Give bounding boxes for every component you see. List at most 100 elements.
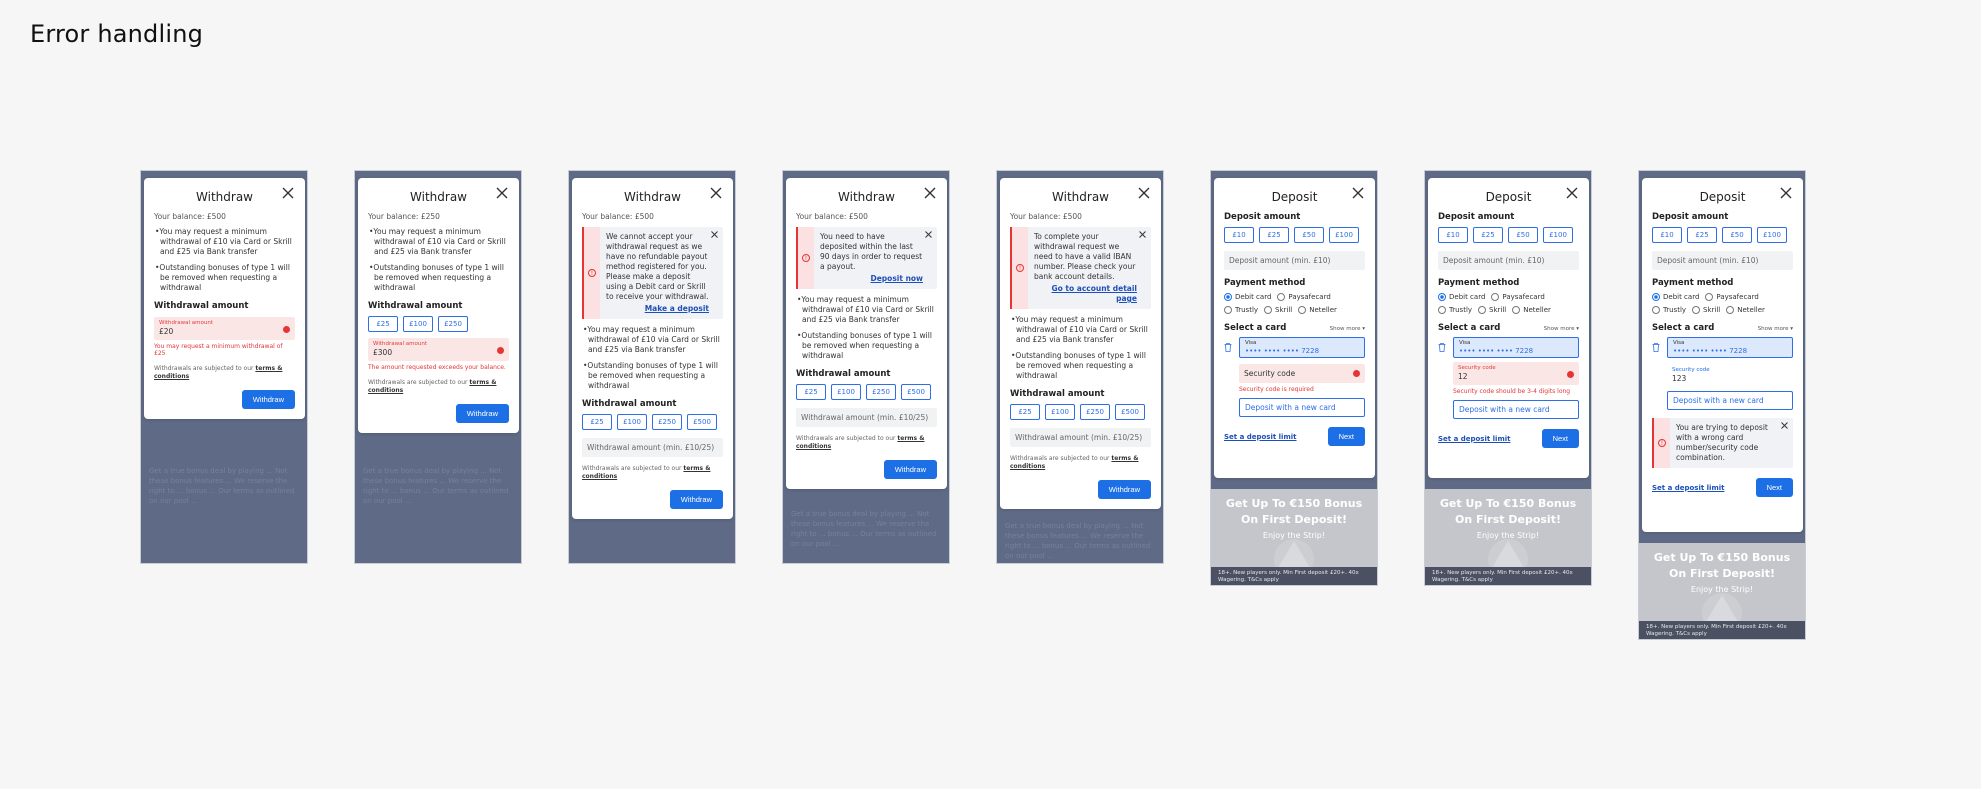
amount-chip[interactable]: £50 bbox=[1508, 227, 1538, 243]
new-card-button[interactable]: Deposit with a new card bbox=[1453, 400, 1579, 419]
close-icon[interactable] bbox=[924, 187, 936, 199]
radio-debit-card[interactable]: Debit card bbox=[1224, 293, 1271, 301]
amount-chip[interactable]: £50 bbox=[1722, 227, 1752, 243]
radio-trustly[interactable]: Trustly bbox=[1652, 306, 1686, 314]
error-alert: ! To complete your withdrawal request we… bbox=[1010, 227, 1151, 309]
modal-title: Withdraw bbox=[1052, 190, 1109, 204]
withdrawal-amount-input[interactable]: Withdrawal amount (min. £10/25) bbox=[796, 408, 937, 427]
amount-chip[interactable]: £250 bbox=[866, 384, 896, 400]
withdraw-button[interactable]: Withdraw bbox=[455, 404, 509, 423]
radio-paysafecard[interactable]: Paysafecard bbox=[1491, 293, 1545, 301]
close-icon[interactable] bbox=[1780, 187, 1792, 199]
radio-debit-card[interactable]: Debit card bbox=[1438, 293, 1485, 301]
withdrawal-amount-input[interactable]: Withdrawal amount £20 bbox=[154, 317, 295, 340]
next-button[interactable]: Next bbox=[1755, 478, 1793, 497]
radio-trustly[interactable]: Trustly bbox=[1438, 306, 1472, 314]
radio-skrill[interactable]: Skrill bbox=[1478, 306, 1506, 314]
deposit-amount-input[interactable]: Deposit amount (min. £10) bbox=[1438, 251, 1579, 270]
make-deposit-link[interactable]: Make a deposit bbox=[606, 304, 709, 314]
saved-card[interactable]: Visa •••• •••• •••• 7228 bbox=[1667, 337, 1793, 358]
amount-chip[interactable]: £25 bbox=[1010, 404, 1040, 420]
amount-chip[interactable]: £250 bbox=[438, 316, 468, 332]
deposit-limit-link[interactable]: Set a deposit limit bbox=[1652, 484, 1725, 492]
close-icon[interactable] bbox=[1138, 187, 1150, 199]
amount-chip[interactable]: £100 bbox=[1045, 404, 1075, 420]
show-more-link[interactable]: Show more ▾ bbox=[1758, 326, 1793, 332]
security-code-input[interactable]: Security code 123 bbox=[1667, 364, 1793, 386]
withdraw-modal: Withdraw Your balance: £500 ! We cannot … bbox=[572, 178, 733, 519]
radio-neteller[interactable]: Neteller bbox=[1512, 306, 1551, 314]
amount-chip[interactable]: £25 bbox=[1473, 227, 1503, 243]
close-icon[interactable] bbox=[710, 187, 722, 199]
withdraw-button[interactable]: Withdraw bbox=[883, 460, 937, 479]
account-detail-link[interactable]: Go to account detail page bbox=[1034, 284, 1138, 304]
amount-chip[interactable]: £25 bbox=[1259, 227, 1289, 243]
section-title: Deposit amount bbox=[1438, 212, 1515, 222]
amount-chip[interactable]: £25 bbox=[582, 414, 612, 430]
amount-chip[interactable]: £500 bbox=[687, 414, 717, 430]
amount-chip[interactable]: £25 bbox=[796, 384, 826, 400]
trash-icon[interactable] bbox=[1652, 343, 1660, 352]
close-icon[interactable] bbox=[1781, 422, 1788, 429]
close-icon[interactable] bbox=[1139, 231, 1146, 238]
promo-banner: Get Up To €150 Bonus On First Deposit! E… bbox=[1425, 489, 1591, 585]
amount-chip[interactable]: £100 bbox=[831, 384, 861, 400]
amount-chip[interactable]: £100 bbox=[403, 316, 433, 332]
amount-chip[interactable]: £25 bbox=[1687, 227, 1717, 243]
radio-neteller[interactable]: Neteller bbox=[1726, 306, 1765, 314]
deposit-amount-input[interactable]: Deposit amount (min. £10) bbox=[1652, 251, 1793, 270]
amount-chip[interactable]: £100 bbox=[1757, 227, 1787, 243]
show-more-link[interactable]: Show more ▾ bbox=[1330, 326, 1365, 332]
withdrawal-amount-input[interactable]: Withdrawal amount (min. £10/25) bbox=[1010, 428, 1151, 447]
trash-icon[interactable] bbox=[1438, 343, 1446, 352]
radio-paysafecard[interactable]: Paysafecard bbox=[1705, 293, 1759, 301]
close-icon[interactable] bbox=[925, 231, 932, 238]
close-icon[interactable] bbox=[282, 187, 294, 199]
deposit-limit-link[interactable]: Set a deposit limit bbox=[1438, 435, 1511, 443]
radio-paysafecard[interactable]: Paysafecard bbox=[1277, 293, 1331, 301]
amount-chip[interactable]: £10 bbox=[1652, 227, 1682, 243]
amount-chip[interactable]: £50 bbox=[1294, 227, 1324, 243]
amount-chip[interactable]: £10 bbox=[1438, 227, 1468, 243]
close-icon[interactable] bbox=[1566, 187, 1578, 199]
saved-card[interactable]: Visa •••• •••• •••• 7228 bbox=[1453, 337, 1579, 358]
close-icon[interactable] bbox=[711, 231, 718, 238]
deposit-now-link[interactable]: Deposit now bbox=[820, 274, 924, 284]
amount-chip[interactable]: £10 bbox=[1224, 227, 1254, 243]
amount-chip[interactable]: £250 bbox=[652, 414, 682, 430]
amount-chip[interactable]: £500 bbox=[1115, 404, 1145, 420]
amount-chip[interactable]: £25 bbox=[368, 316, 398, 332]
amount-chip[interactable]: £500 bbox=[901, 384, 931, 400]
security-code-input[interactable]: Security code 12 bbox=[1453, 362, 1579, 385]
close-icon[interactable] bbox=[1352, 187, 1364, 199]
amount-chip[interactable]: £250 bbox=[1080, 404, 1110, 420]
amount-chip[interactable]: £100 bbox=[1543, 227, 1573, 243]
next-button[interactable]: Next bbox=[1327, 427, 1365, 446]
deposit-amount-input[interactable]: Deposit amount (min. £10) bbox=[1224, 251, 1365, 270]
deposit-modal: Deposit Deposit amount £10 £25 £50 £100 … bbox=[1214, 178, 1375, 478]
saved-card[interactable]: Visa •••• •••• •••• 7228 bbox=[1239, 337, 1365, 358]
withdraw-button[interactable]: Withdraw bbox=[241, 390, 295, 409]
section-title: Payment method bbox=[1438, 278, 1520, 288]
radio-trustly[interactable]: Trustly bbox=[1224, 306, 1258, 314]
withdrawal-amount-input[interactable]: Withdrawal amount £300 bbox=[368, 338, 509, 361]
radio-skrill[interactable]: Skrill bbox=[1692, 306, 1720, 314]
deposit-limit-link[interactable]: Set a deposit limit bbox=[1224, 433, 1297, 441]
withdrawal-amount-input[interactable]: Withdrawal amount (min. £10/25) bbox=[582, 438, 723, 457]
error-icon: ! bbox=[1016, 264, 1024, 272]
withdraw-button[interactable]: Withdraw bbox=[669, 490, 723, 509]
withdraw-button[interactable]: Withdraw bbox=[1097, 480, 1151, 499]
radio-neteller[interactable]: Neteller bbox=[1298, 306, 1337, 314]
radio-debit-card[interactable]: Debit card bbox=[1652, 293, 1699, 301]
amount-chip[interactable]: £100 bbox=[617, 414, 647, 430]
new-card-button[interactable]: Deposit with a new card bbox=[1667, 391, 1793, 410]
show-more-link[interactable]: Show more ▾ bbox=[1544, 326, 1579, 332]
close-icon[interactable] bbox=[496, 187, 508, 199]
radio-skrill[interactable]: Skrill bbox=[1264, 306, 1292, 314]
trash-icon[interactable] bbox=[1224, 343, 1232, 352]
security-code-input[interactable]: Security code bbox=[1239, 364, 1365, 383]
next-button[interactable]: Next bbox=[1541, 429, 1579, 448]
section-title: Payment method bbox=[1224, 278, 1306, 288]
new-card-button[interactable]: Deposit with a new card bbox=[1239, 398, 1365, 417]
amount-chip[interactable]: £100 bbox=[1329, 227, 1359, 243]
